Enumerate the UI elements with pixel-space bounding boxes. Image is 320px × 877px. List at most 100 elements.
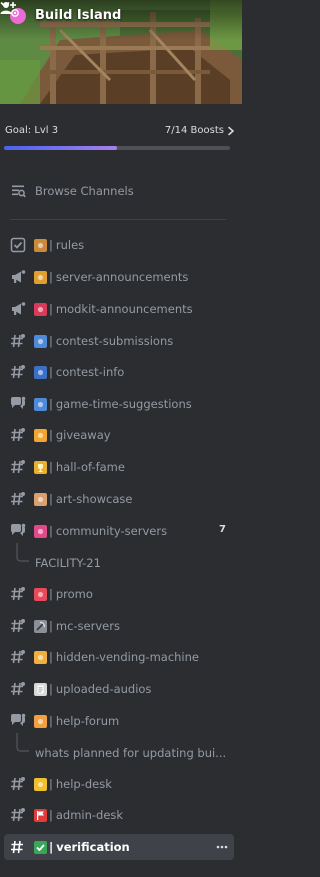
browse-channels-button[interactable]: Browse Channels: [6, 178, 232, 204]
channel-name: verification: [56, 840, 130, 854]
channel-separator: |: [49, 238, 53, 252]
announcement-icon: [10, 269, 26, 285]
channel-separator: |: [49, 714, 53, 728]
server-banner[interactable]: Build Island: [0, 0, 242, 104]
text-channel-icon: [10, 333, 26, 349]
text-channel-icon: [10, 586, 26, 602]
boost-goal-label: Goal: Lvl 3: [5, 125, 59, 136]
text-channel-icon: [10, 839, 26, 855]
channel-verification[interactable]: | verification: [4, 834, 234, 860]
smiling-hearts-emoji-icon: [34, 428, 47, 442]
raising-hand-emoji-icon: [34, 714, 47, 728]
text-channel-icon: [10, 459, 26, 475]
unread-count-badge: 7: [219, 524, 226, 535]
channel-game-time-suggestions[interactable]: | game-time-suggestions: [4, 391, 234, 417]
channel-hidden-vending-machine[interactable]: | hidden-vending-machine: [4, 644, 234, 670]
thread-name: whats planned for updating bui...: [35, 746, 227, 760]
pick-emoji-icon: [34, 619, 47, 633]
channel-separator: |: [49, 334, 53, 348]
invite-people-icon[interactable]: [0, 0, 16, 16]
channel-label: | promo: [34, 586, 93, 602]
channel-label: | art-showcase: [34, 491, 132, 507]
channel-separator: |: [49, 302, 53, 316]
channel-community-servers[interactable]: | community-servers 7: [4, 518, 234, 544]
channel-separator: |: [49, 428, 53, 442]
channel-contest-info[interactable]: | contest-info: [4, 359, 234, 385]
forum-icon: [10, 523, 26, 539]
channel-name: art-showcase: [55, 492, 133, 506]
boost-count: 7/14 Boosts: [164, 125, 224, 136]
channel-name: contest-info: [55, 365, 125, 379]
divider: [10, 219, 226, 220]
channel-promo[interactable]: | promo: [4, 581, 234, 607]
channel-separator: |: [49, 365, 53, 379]
channel-separator: |: [49, 682, 53, 696]
channel-name: help-desk: [55, 777, 112, 791]
channel-separator: |: [49, 619, 53, 633]
ballot-box-emoji-icon: [34, 397, 47, 411]
thread-connector-icon: [16, 543, 29, 562]
channel-separator: |: [49, 270, 53, 284]
channel-hall-of-fame[interactable]: | hall-of-fame: [4, 454, 234, 480]
channel-modkit-announcements[interactable]: | modkit-announcements: [4, 296, 234, 322]
scroll-emoji-icon: [34, 238, 47, 252]
channel-name: modkit-announcements: [55, 302, 193, 316]
text-channel-icon: [10, 491, 26, 507]
text-channel-icon: [10, 776, 26, 792]
rules-icon: [10, 237, 26, 253]
check-mark-emoji-icon: [34, 840, 47, 854]
channel-label: | mc-servers: [34, 618, 120, 634]
thread-item[interactable]: FACILITY-21: [4, 543, 234, 575]
channel-server-announcements[interactable]: | server-announcements: [4, 264, 234, 290]
text-channel-icon: [10, 427, 26, 443]
text-channel-icon: [10, 807, 26, 823]
channel-label: | help-forum: [34, 713, 119, 729]
channel-art-showcase[interactable]: | art-showcase: [4, 486, 234, 512]
channel-name: mc-servers: [55, 619, 120, 633]
ballot-box-emoji-icon: [34, 334, 47, 348]
announcement-icon: [10, 301, 26, 317]
channel-label: | giveaway: [34, 427, 111, 443]
channel-name: community-servers: [55, 524, 168, 538]
server-header[interactable]: Build Island: [0, 0, 242, 34]
more-options-icon[interactable]: [216, 845, 228, 849]
channel-mc-servers[interactable]: | mc-servers: [4, 613, 234, 639]
channel-rules[interactable]: | rules: [4, 232, 234, 258]
channel-help-desk[interactable]: | help-desk: [4, 771, 234, 797]
channel-separator: |: [49, 840, 54, 854]
bell-emoji-icon: [34, 777, 47, 791]
boost-progress-bar: [4, 146, 230, 150]
channel-name: server-announcements: [55, 270, 189, 284]
channel-admin-desk[interactable]: | admin-desk: [4, 802, 234, 828]
channel-label: | game-time-suggestions: [34, 396, 192, 412]
bell-emoji-icon: [34, 270, 47, 284]
channel-uploaded-audios[interactable]: | uploaded-audios: [4, 676, 234, 702]
server-name[interactable]: Build Island: [35, 8, 121, 23]
channel-name: promo: [55, 587, 93, 601]
channel-separator: |: [49, 524, 53, 538]
channel-label: | admin-desk: [34, 807, 123, 823]
boost-goal[interactable]: Goal: Lvl 3 7/14 Boosts: [0, 104, 242, 164]
channel-name: uploaded-audios: [55, 682, 152, 696]
text-channel-icon: [10, 364, 26, 380]
forum-icon: [10, 396, 26, 412]
thread-connector-icon: [16, 733, 29, 752]
channel-label: | help-desk: [34, 776, 112, 792]
palette-emoji-icon: [34, 492, 47, 506]
trophy-emoji-icon: [34, 460, 47, 474]
channel-label: | verification: [34, 839, 130, 855]
channel-label: | community-servers: [34, 523, 167, 539]
channel-separator: |: [49, 492, 53, 506]
channel-contest-submissions[interactable]: | contest-submissions: [4, 328, 234, 354]
channel-name: admin-desk: [55, 808, 124, 822]
thread-item[interactable]: whats planned for updating bui...: [4, 733, 234, 765]
channel-name: help-forum: [55, 714, 120, 728]
channel-help-forum[interactable]: | help-forum: [4, 708, 234, 734]
text-channel-icon: [10, 649, 26, 665]
channel-name: giveaway: [55, 428, 111, 442]
channel-name: contest-submissions: [55, 334, 174, 348]
chevron-right-icon[interactable]: [227, 126, 235, 136]
channel-giveaway[interactable]: | giveaway: [4, 422, 234, 448]
robot-emoji-icon: [34, 302, 47, 316]
channel-label: | contest-submissions: [34, 333, 173, 349]
